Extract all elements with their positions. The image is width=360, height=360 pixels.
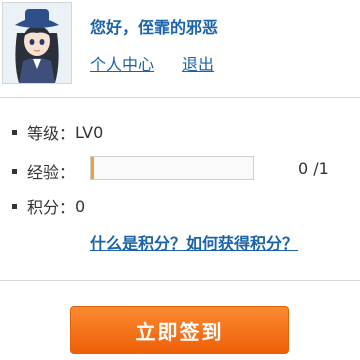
exp-row: 经验： [12, 159, 75, 183]
checkin-button[interactable]: 立即签到 [70, 306, 289, 354]
avatar-image [3, 3, 71, 83]
profile-link[interactable]: 个人中心 [90, 55, 154, 74]
exp-label: 经验： [27, 163, 76, 182]
avatar[interactable] [2, 2, 72, 84]
points-label: 积分： [27, 198, 76, 217]
points-value: 0 [75, 196, 86, 216]
bullet-icon [12, 129, 17, 135]
user-links: 个人中心 退出 [90, 51, 214, 75]
level-label: 等级： [27, 124, 76, 143]
divider [0, 280, 360, 281]
exp-count: 0 /1 [298, 159, 329, 178]
level-value: LV0 [75, 122, 104, 142]
bullet-icon [12, 203, 17, 209]
logout-link[interactable]: 退出 [182, 55, 214, 74]
level-row: 等级： LV0 [12, 120, 103, 144]
points-help-link[interactable]: 什么是积分？如何获得积分？ [90, 230, 298, 254]
bullet-icon [12, 168, 17, 174]
points-row: 积分： 0 [12, 194, 85, 218]
exp-progress-fill [91, 157, 94, 179]
exp-progress-bar [90, 156, 254, 180]
greeting-text: 您好，侄霏的邪恶 [90, 18, 219, 37]
divider [0, 97, 360, 98]
